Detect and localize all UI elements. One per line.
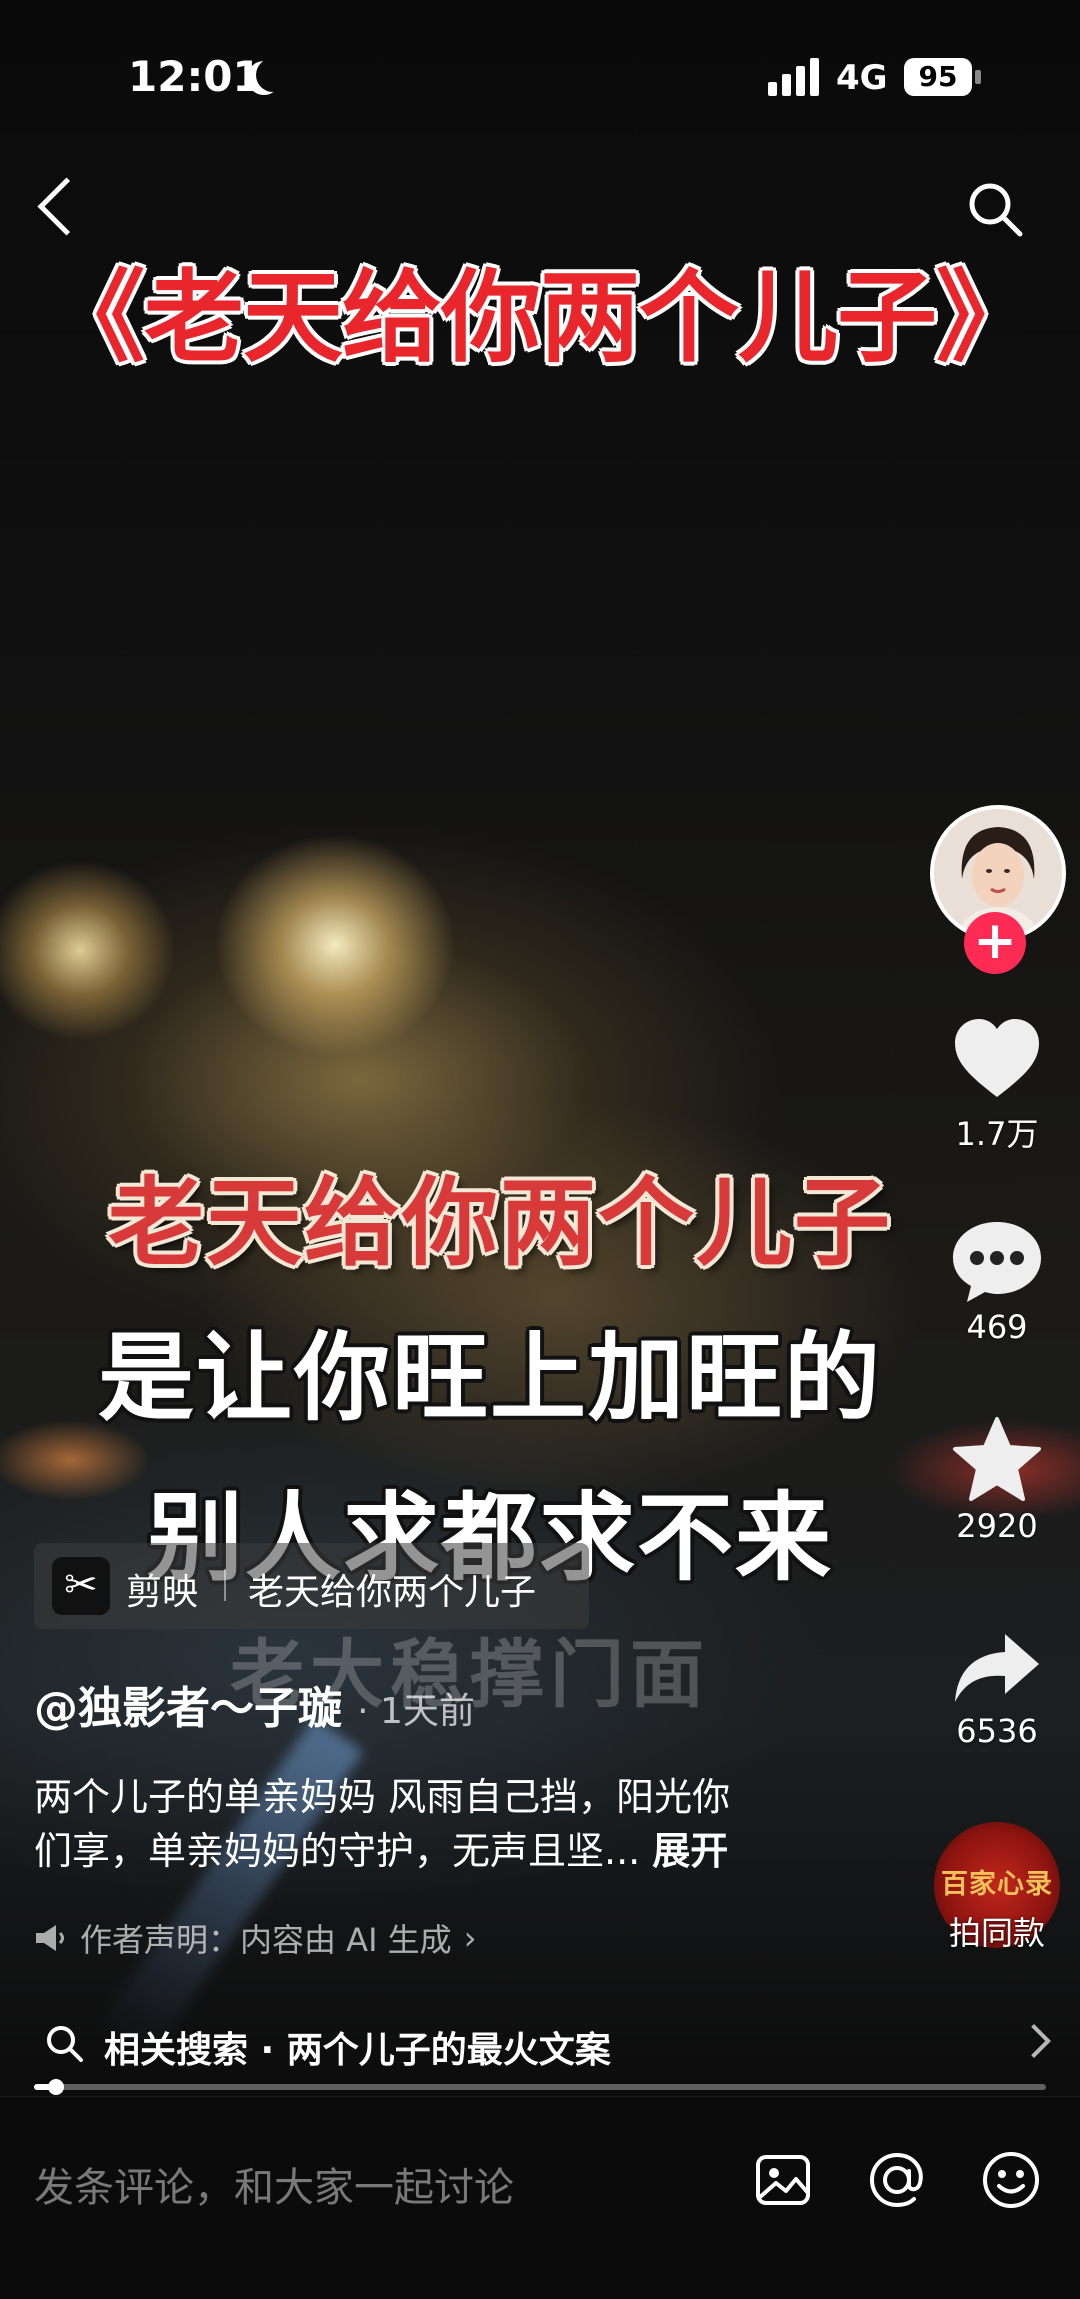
search-icon[interactable] <box>966 180 1024 238</box>
signal-icon <box>768 56 820 96</box>
capcut-app-name: 剪映 <box>126 1572 199 1613</box>
share-icon <box>955 1634 1039 1702</box>
network-label: 4G <box>836 58 888 98</box>
author-name[interactable]: @独影者～子璇 <box>34 1683 342 1734</box>
heart-icon <box>955 1019 1039 1097</box>
related-search-icon <box>47 2026 83 2062</box>
capcut-template-badge[interactable]: ✂ 剪映 老天给你两个儿子 <box>34 1543 589 1629</box>
expand-link[interactable]: 展开 <box>652 1829 728 1873</box>
video-progress-bar[interactable] <box>34 2079 1046 2095</box>
chevron-right-icon <box>1017 2024 1051 2058</box>
author-line: @独影者～子璇 · 1天前 <box>34 1672 475 1736</box>
comment-icon <box>953 1222 1041 1302</box>
back-icon[interactable] <box>37 177 96 236</box>
comment-count: 469 <box>966 1308 1028 1346</box>
share-button[interactable]: 6536 <box>930 1628 1064 1750</box>
capcut-separator <box>224 1569 226 1601</box>
description-line-2-text: 们享，单亲妈妈的守护，无声且坚... <box>34 1829 641 1873</box>
post-time: · 1天前 <box>357 1691 475 1732</box>
battery-icon: 95 <box>904 58 972 96</box>
video-title-overlay: 《老天给你两个儿子》 <box>45 259 1036 376</box>
video-screen[interactable]: 12:01 4G 95 《老天给你两个儿子》 老天给你两个儿子 是让你旺上加旺的… <box>0 0 1080 2299</box>
subtitle-line-2: 是让你旺上加旺的 <box>98 1322 882 1434</box>
same-style-label[interactable]: 拍同款 <box>930 1908 1064 1954</box>
comment-input[interactable]: 发条评论，和大家一起讨论 <box>34 2155 514 2213</box>
subtitle-line-1: 老天给你两个儿子 <box>108 1167 892 1279</box>
comment-bar: 发条评论，和大家一起讨论 <box>0 2096 1080 2299</box>
description-line-1: 两个儿子的单亲妈妈 风雨自己挡，阳光你 <box>34 1775 731 1819</box>
related-search-bar[interactable]: 相关搜索 · 两个儿子的最火文案 <box>0 2005 1080 2083</box>
favorite-button[interactable]: 2920 <box>930 1415 1064 1545</box>
like-count: 1.7万 <box>955 1115 1039 1153</box>
favorite-count: 2920 <box>956 1507 1038 1545</box>
capcut-template-title: 老天给你两个儿子 <box>248 1572 537 1613</box>
description-line-2: 们享，单亲妈妈的守护，无声且坚... 展开 <box>34 1824 834 1878</box>
follow-button[interactable]: + <box>964 912 1026 974</box>
battery-cap <box>975 70 981 84</box>
moon-icon <box>256 58 290 92</box>
comment-button[interactable]: 469 <box>930 1218 1064 1346</box>
emoji-icon[interactable] <box>980 2149 1042 2211</box>
status-time: 12:01 <box>128 52 262 101</box>
ai-statement-chevron: › <box>463 1919 477 1957</box>
progress-handle[interactable] <box>48 2079 65 2095</box>
image-icon[interactable] <box>752 2149 814 2211</box>
like-button[interactable]: 1.7万 <box>930 1015 1064 1155</box>
video-description[interactable]: 两个儿子的单亲妈妈 风雨自己挡，阳光你 们享，单亲妈妈的守护，无声且坚... 展开 <box>34 1770 834 1878</box>
ai-statement-text: 作者声明：内容由 AI 生成 <box>80 1921 452 1959</box>
capcut-logo-icon: ✂ <box>52 1557 110 1615</box>
status-bar: 12:01 4G 95 <box>0 0 1080 150</box>
at-icon[interactable] <box>866 2149 928 2211</box>
speaker-icon <box>36 1925 64 1951</box>
star-icon <box>953 1417 1041 1501</box>
ai-statement[interactable]: 作者声明：内容由 AI 生成 › <box>34 1915 476 1961</box>
share-count: 6536 <box>956 1712 1038 1750</box>
related-search-text: 相关搜索 · 两个儿子的最火文案 <box>104 2030 611 2071</box>
